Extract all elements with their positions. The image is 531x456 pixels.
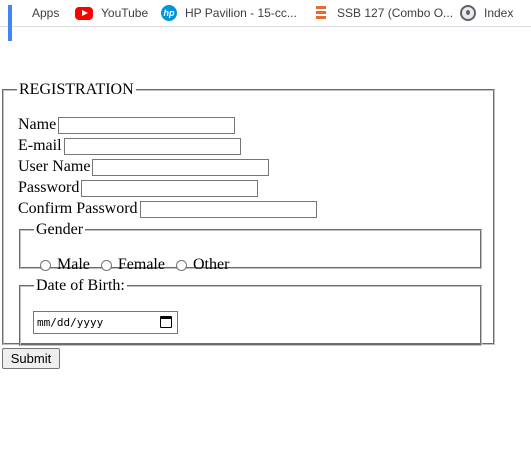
other-label: Other xyxy=(192,256,230,273)
other-radio[interactable] xyxy=(175,259,187,271)
bookmark-label: Apps xyxy=(32,6,60,20)
email-label: E-mail xyxy=(18,137,62,154)
username-row: User Name xyxy=(18,156,270,178)
youtube-icon xyxy=(75,6,93,20)
name-input[interactable] xyxy=(58,116,236,134)
password-input[interactable] xyxy=(81,179,259,197)
confirm-password-label: Confirm Password xyxy=(18,200,138,217)
globe-icon xyxy=(460,5,476,21)
email-input[interactable] xyxy=(63,137,241,155)
submit-button[interactable]: Submit xyxy=(2,348,60,369)
confirm-password-row: Confirm Password xyxy=(18,198,317,220)
bookmark-youtube[interactable]: YouTube xyxy=(75,4,148,22)
bookmark-apps[interactable]: Apps xyxy=(8,4,60,41)
password-row: Password xyxy=(18,177,259,199)
dob-legend: Date of Birth: xyxy=(36,277,125,294)
registration-legend: REGISTRATION xyxy=(19,81,134,98)
name-row: Name xyxy=(18,114,236,136)
bookmark-label: HP Pavilion - 15-cc... xyxy=(185,6,297,20)
stack-icon xyxy=(316,5,326,21)
hp-logo-icon: hp xyxy=(161,5,177,21)
bookmark-ssb-127[interactable]: SSB 127 (Combo O... xyxy=(313,4,453,22)
female-label: Female xyxy=(117,256,165,273)
bookmark-label: SSB 127 (Combo O... xyxy=(337,6,454,20)
dob-date-input[interactable]: mm/dd/yyyy xyxy=(33,311,178,334)
calendar-icon[interactable] xyxy=(160,316,172,328)
bookmark-hp-pavilion[interactable]: hp HP Pavilion - 15-cc... xyxy=(161,4,297,22)
confirm-password-input[interactable] xyxy=(139,200,317,218)
bookmark-index[interactable]: Index xyxy=(460,4,513,22)
bookmarks-bar: Apps YouTube hp HP Pavilion - 15-cc... S… xyxy=(0,0,531,41)
male-radio[interactable] xyxy=(40,259,51,271)
dob-fieldset: Date of Birth: mm/dd/yyyy xyxy=(19,277,482,346)
gender-legend: Gender xyxy=(36,221,84,238)
username-label: User Name xyxy=(18,158,91,175)
gender-fieldset: Gender Male Female Other xyxy=(19,221,482,273)
gender-options: Male Female Other xyxy=(38,256,238,274)
password-label: Password xyxy=(18,179,80,196)
apps-grid-icon xyxy=(8,5,24,41)
name-label: Name xyxy=(18,116,57,133)
username-input[interactable] xyxy=(92,158,270,176)
male-label: Male xyxy=(57,256,90,273)
dob-placeholder: mm/dd/yyyy xyxy=(37,316,104,329)
bookmark-label: YouTube xyxy=(101,6,149,20)
email-row: E-mail xyxy=(18,135,241,157)
female-radio[interactable] xyxy=(100,259,112,271)
bookmark-label: Index xyxy=(484,6,514,20)
registration-fieldset: REGISTRATION Name E-mail User Name Passw… xyxy=(2,81,495,346)
